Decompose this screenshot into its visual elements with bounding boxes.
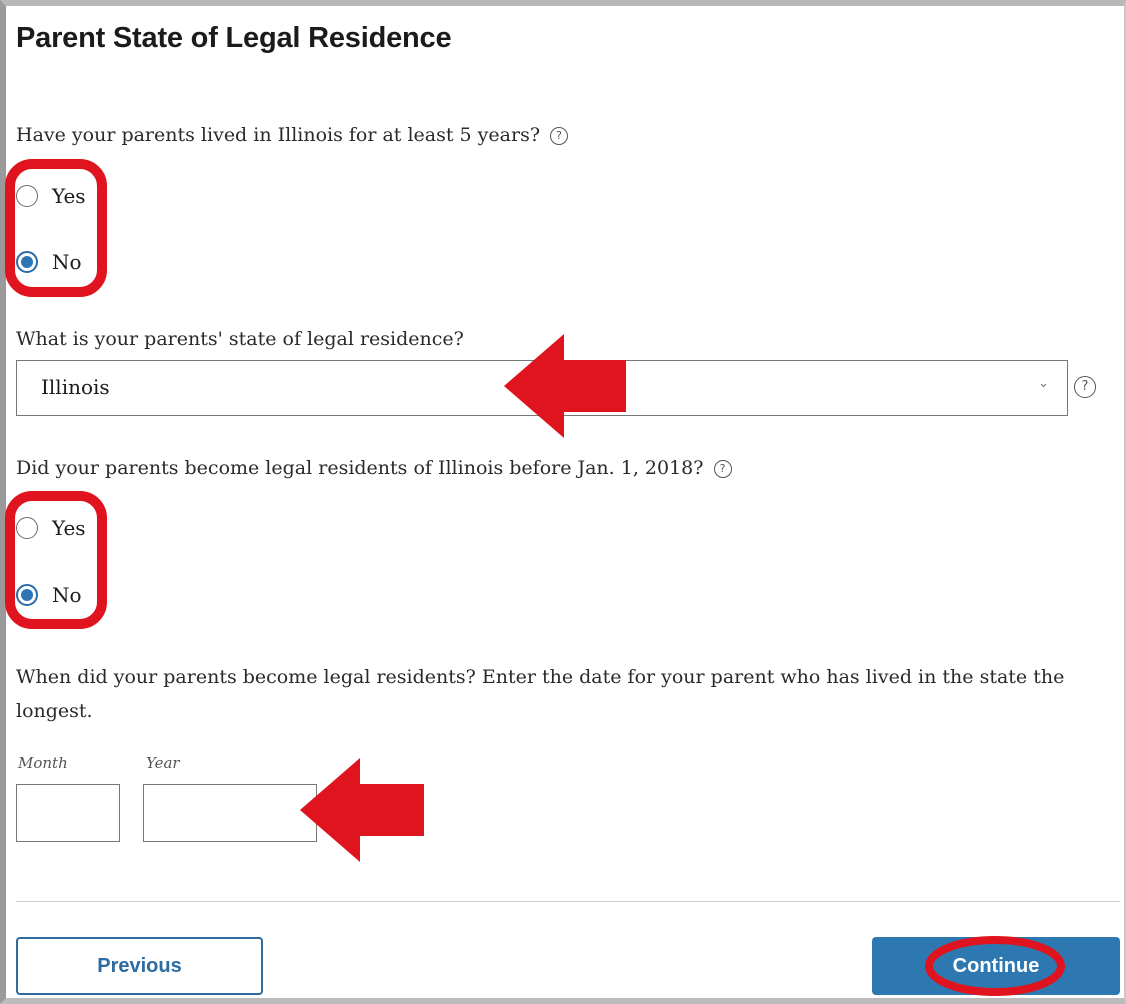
question-lived-5-years: Have your parents lived in Illinois for …: [16, 118, 569, 152]
radio-yes-control[interactable]: [16, 185, 38, 207]
continue-button[interactable]: Continue: [872, 937, 1120, 995]
question-text: When did your parents become legal resid…: [16, 666, 1065, 722]
question-before-date: Did your parents become legal residents …: [16, 451, 732, 485]
help-icon[interactable]: ?: [550, 127, 569, 145]
radio-no-control[interactable]: [16, 251, 38, 273]
page-title: Parent State of Legal Residence: [16, 22, 452, 54]
state-select-value: Illinois: [41, 375, 110, 399]
question-residency-date: When did your parents become legal resid…: [16, 660, 1076, 728]
chevron-down-icon: ⌄: [1038, 376, 1049, 391]
radio-label: Yes: [52, 184, 86, 208]
state-select[interactable]: Illinois ⌄: [16, 360, 1068, 416]
question-text: Did your parents become legal residents …: [16, 457, 704, 479]
radio-option-no[interactable]: No: [16, 247, 82, 277]
previous-button[interactable]: Previous: [16, 937, 263, 995]
radio-option-yes[interactable]: Yes: [16, 513, 86, 543]
year-input[interactable]: [143, 784, 317, 842]
month-label: Month: [18, 754, 68, 772]
radio-no-control[interactable]: [16, 584, 38, 606]
year-label: Year: [146, 754, 180, 772]
radio-label: Yes: [52, 516, 86, 540]
radio-label: No: [52, 250, 82, 274]
radio-option-yes[interactable]: Yes: [16, 181, 86, 211]
question-state-of-residence: What is your parents' state of legal res…: [16, 322, 464, 356]
radio-option-no[interactable]: No: [16, 580, 82, 610]
radio-yes-control[interactable]: [16, 517, 38, 539]
question-text: Have your parents lived in Illinois for …: [16, 124, 541, 146]
help-icon[interactable]: ?: [713, 460, 732, 478]
month-input[interactable]: [16, 784, 120, 842]
divider: [16, 901, 1120, 902]
radio-label: No: [52, 583, 82, 607]
question-text: What is your parents' state of legal res…: [16, 328, 464, 350]
help-icon[interactable]: ?: [1074, 376, 1096, 398]
